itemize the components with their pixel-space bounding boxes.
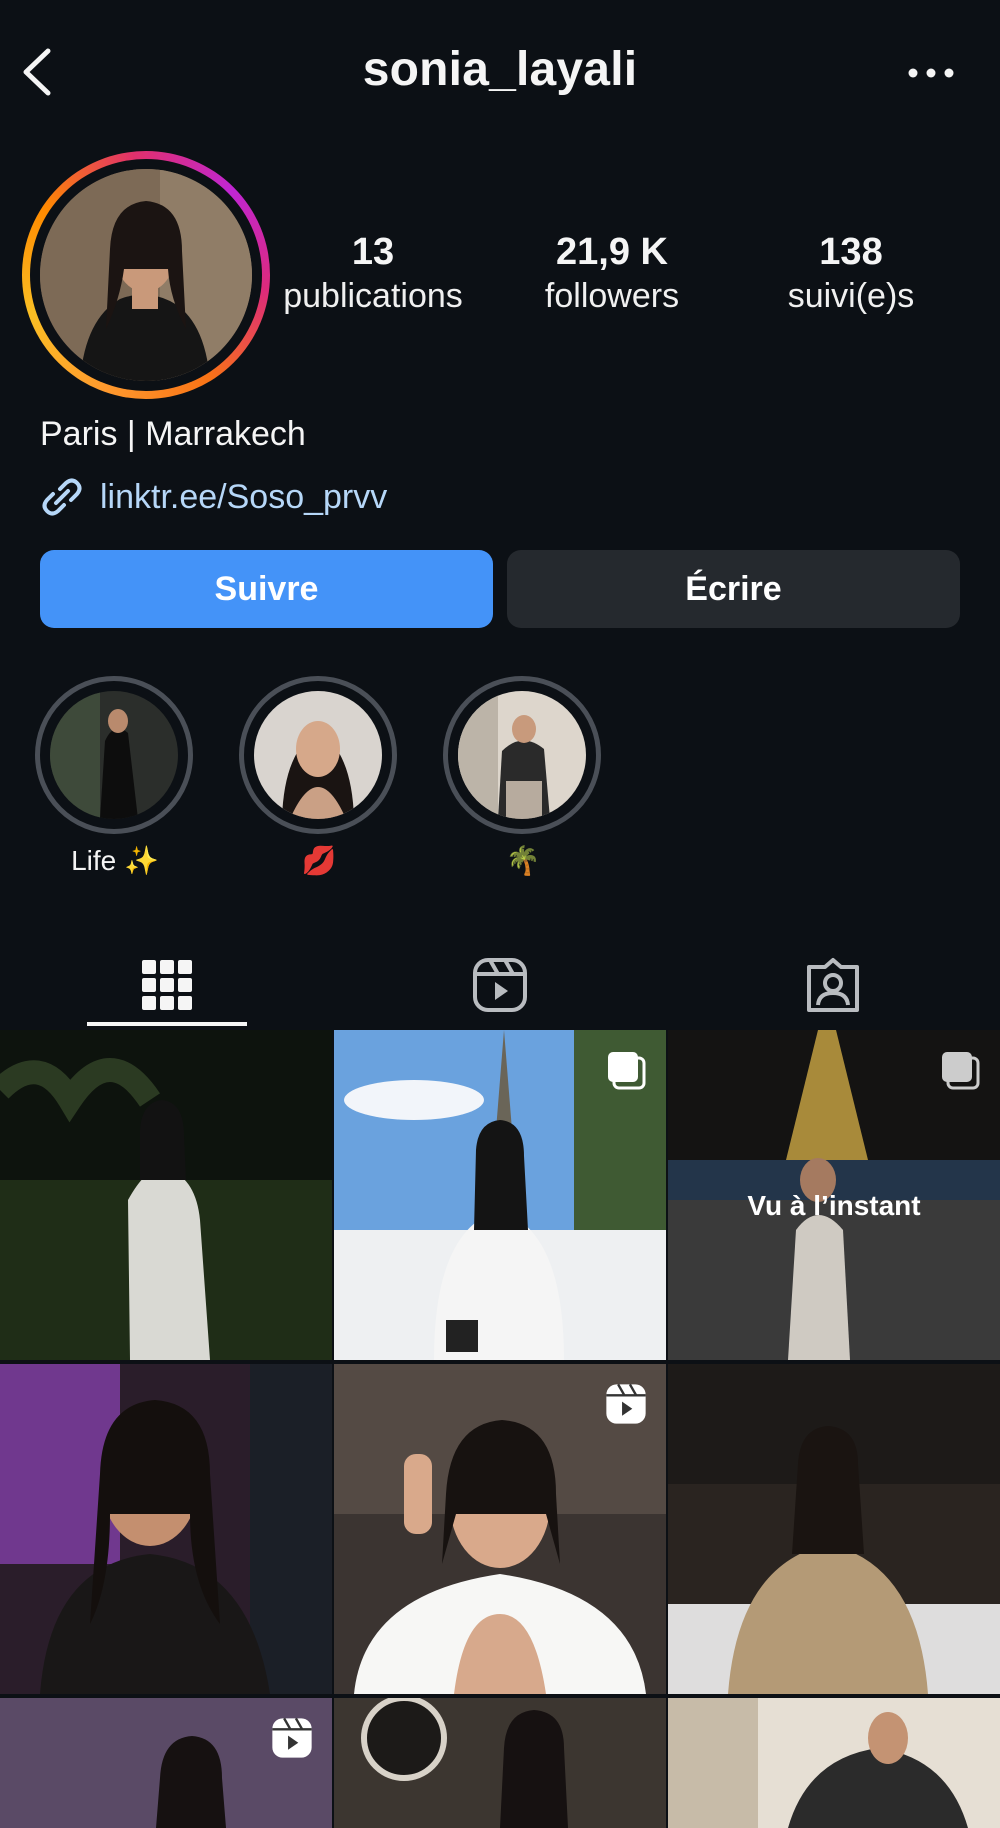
stat-followers[interactable]: 21,9 K followers <box>497 230 727 318</box>
follow-button[interactable]: Suivre <box>40 550 493 628</box>
highlight-cover <box>254 691 382 819</box>
grid-icon <box>141 960 192 1010</box>
avatar[interactable] <box>40 169 252 381</box>
story-ring[interactable] <box>22 151 270 399</box>
stat-value: 138 <box>819 231 883 273</box>
highlight-item[interactable]: Life ✨ <box>35 676 195 877</box>
post-image <box>668 1364 1000 1694</box>
highlight-label: Life ✨ <box>71 845 159 876</box>
highlight-item[interactable]: 🌴 <box>443 676 603 877</box>
message-button[interactable]: Écrire <box>507 550 960 628</box>
post-tile[interactable] <box>668 1364 1000 1694</box>
reels-icon <box>472 958 527 1012</box>
reel-icon <box>272 1717 312 1758</box>
highlight-ring <box>35 676 193 834</box>
post-tile[interactable] <box>0 1364 332 1694</box>
bio-link-text[interactable]: linktr.ee/Soso_prvv <box>100 478 387 517</box>
avatar-photo <box>40 169 252 381</box>
stat-label: publications <box>283 277 463 315</box>
post-image <box>0 1364 332 1694</box>
tab-tagged[interactable] <box>666 940 999 1030</box>
highlight-cover <box>50 691 178 819</box>
highlight-label: 💋 <box>301 845 337 876</box>
post-image <box>334 1698 666 1828</box>
bio-text: Paris | Marrakech <box>40 415 306 453</box>
ellipsis-icon <box>908 68 954 78</box>
highlight-cover <box>458 691 586 819</box>
highlight-ring <box>239 676 397 834</box>
more-options-button[interactable] <box>905 58 957 88</box>
highlight-item[interactable]: 💋 <box>239 676 399 877</box>
stat-publications[interactable]: 13 publications <box>258 230 488 318</box>
reel-icon <box>606 1383 646 1424</box>
post-tile[interactable] <box>0 1030 332 1360</box>
tab-reels[interactable] <box>333 940 666 1030</box>
post-tile[interactable]: Vu à l’instant <box>668 1030 1000 1360</box>
tagged-icon <box>806 958 859 1012</box>
post-tile[interactable] <box>334 1698 666 1828</box>
active-tab-indicator <box>87 1022 247 1026</box>
tab-grid[interactable] <box>0 940 333 1030</box>
post-tile[interactable] <box>334 1030 666 1360</box>
post-tile[interactable] <box>0 1698 332 1828</box>
seen-label: Vu à l’instant <box>747 1190 921 1221</box>
stat-value: 21,9 K <box>556 231 668 273</box>
post-image <box>668 1698 1000 1828</box>
post-tile[interactable] <box>668 1698 1000 1828</box>
post-tile[interactable] <box>334 1364 666 1694</box>
highlight-ring <box>443 676 601 834</box>
stat-label: suivi(e)s <box>787 277 915 315</box>
stat-following[interactable]: 138 suivi(e)s <box>736 230 966 318</box>
highlight-label: 🌴 <box>505 845 541 876</box>
carousel-icon <box>608 1052 646 1090</box>
link-icon <box>42 478 82 516</box>
stat-label: followers <box>544 277 680 315</box>
profile-header: sonia_layali <box>0 0 1000 140</box>
stat-value: 13 <box>351 231 395 273</box>
bio-link[interactable]: linktr.ee/Soso_prvv <box>40 474 387 520</box>
page-title: sonia_layali <box>362 43 638 96</box>
carousel-icon <box>942 1052 980 1090</box>
post-image <box>0 1030 332 1360</box>
